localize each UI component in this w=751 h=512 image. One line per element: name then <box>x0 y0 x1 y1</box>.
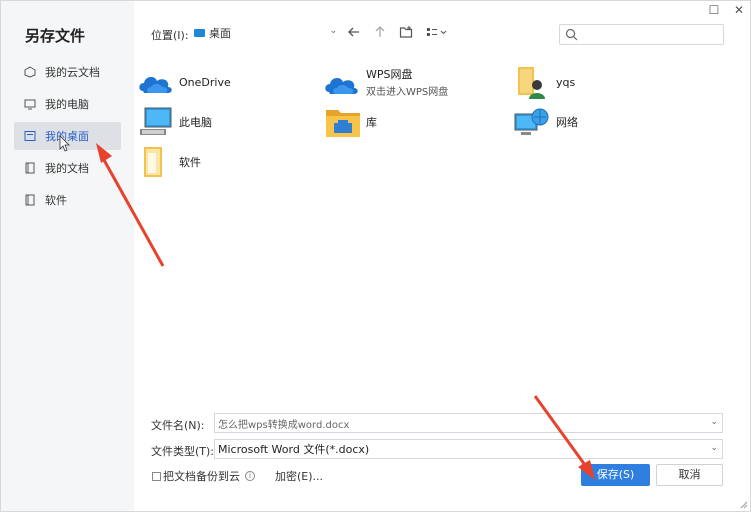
sidebar-item-documents[interactable]: 我的文档 <box>14 154 121 182</box>
file-item-software[interactable]: 软件 <box>137 144 201 180</box>
sidebar-item-cloud-docs[interactable]: 我的云文档 <box>14 58 121 86</box>
backup-checkbox[interactable] <box>152 471 161 481</box>
filename-label: 文件名(N): <box>151 419 205 432</box>
wps-cloud-icon <box>325 78 358 94</box>
cancel-button[interactable]: 取消 <box>656 464 723 486</box>
sidebar-item-label: 软件 <box>45 194 67 207</box>
save-button[interactable]: 保存(S) <box>581 464 650 486</box>
file-name: yqs <box>556 75 576 89</box>
file-item-network[interactable]: 网络 <box>514 104 578 140</box>
chevron-down-icon: ⌄ <box>710 417 718 427</box>
search-input[interactable] <box>582 27 720 42</box>
file-name: 网络 <box>556 116 578 129</box>
back-button[interactable] <box>346 25 362 41</box>
location-label: 位置(I): <box>151 29 189 42</box>
new-folder-icon <box>399 26 413 38</box>
user-folder-icon <box>518 67 545 99</box>
chevron-down-icon: ⌄ <box>710 443 718 453</box>
folder-icon <box>144 147 162 177</box>
network-icon <box>514 108 549 135</box>
sidebar: 另存文件 我的云文档 我的电脑 我的桌面 我的文档 软件 <box>1 1 134 511</box>
sidebar-item-label: 我的文档 <box>45 162 89 175</box>
sidebar-item-label: 我的云文档 <box>45 66 100 79</box>
arrow-left-icon <box>348 27 359 37</box>
encrypt-link[interactable]: 加密(E)... <box>275 468 323 484</box>
file-name: WPS网盘 <box>366 68 413 81</box>
file-item-library[interactable]: 库 <box>324 104 377 140</box>
save-dialog: 另存文件 我的云文档 我的电脑 我的桌面 我的文档 软件 ☐ ✕ 位置(I): … <box>0 0 751 512</box>
documents-icon <box>25 162 35 174</box>
maximize-button[interactable]: ☐ <box>707 3 721 17</box>
list-view-icon <box>427 28 447 36</box>
sidebar-item-computer[interactable]: 我的电脑 <box>14 90 121 118</box>
arrow-up-icon <box>375 26 385 37</box>
folder-icon <box>25 194 35 206</box>
file-name: 此电脑 <box>179 116 212 129</box>
sidebar-item-software[interactable]: 软件 <box>14 186 121 214</box>
filetype-value: Microsoft Word 文件(*.docx) <box>218 443 370 456</box>
location-value: 桌面 <box>209 27 231 40</box>
info-icon[interactable]: i <box>245 471 255 481</box>
file-item-onedrive[interactable]: OneDrive <box>137 64 231 100</box>
desktop-folder-icon <box>194 29 205 37</box>
sidebar-item-desktop[interactable]: 我的桌面 <box>14 122 121 150</box>
file-item-this-pc[interactable]: 此电脑 <box>137 104 212 140</box>
file-name: 软件 <box>179 156 201 169</box>
this-pc-icon <box>140 107 172 135</box>
filename-value: 怎么把wps转换成word.docx <box>218 419 350 431</box>
file-name: OneDrive <box>179 75 231 89</box>
onedrive-cloud-icon <box>139 77 172 93</box>
file-item-yqs[interactable]: yqs <box>514 64 575 100</box>
cloud-doc-icon <box>24 66 36 78</box>
sidebar-item-label: 我的电脑 <box>45 98 89 111</box>
dialog-title: 另存文件 <box>25 27 86 45</box>
up-button[interactable] <box>372 25 388 41</box>
location-select[interactable]: 桌面 ⌄ <box>194 23 339 43</box>
filename-field[interactable]: 怎么把wps转换成word.docx ⌄ <box>214 413 723 433</box>
filetype-select[interactable]: Microsoft Word 文件(*.docx) ⌄ <box>214 439 723 459</box>
view-mode-button[interactable] <box>426 25 450 41</box>
library-folder-icon <box>326 110 360 137</box>
new-folder-button[interactable] <box>398 25 414 41</box>
file-item-wps-cloud[interactable]: WPS网盘 双击进入WPS网盘 <box>324 64 448 100</box>
sidebar-item-label: 我的桌面 <box>45 130 89 143</box>
resize-grip-icon[interactable] <box>740 501 748 509</box>
backup-to-cloud-option[interactable]: 把文档备份到云 i <box>152 468 255 484</box>
desktop-icon <box>24 131 36 141</box>
file-name: 库 <box>366 116 377 129</box>
chevron-down-icon: ⌄ <box>329 26 337 36</box>
search-box[interactable] <box>559 24 724 45</box>
file-subtitle: 双击进入WPS网盘 <box>366 87 449 98</box>
computer-icon <box>24 99 36 110</box>
backup-label: 把文档备份到云 <box>163 470 240 483</box>
filetype-label: 文件类型(T): <box>151 445 215 458</box>
search-icon <box>565 28 578 41</box>
close-button[interactable]: ✕ <box>732 3 746 17</box>
